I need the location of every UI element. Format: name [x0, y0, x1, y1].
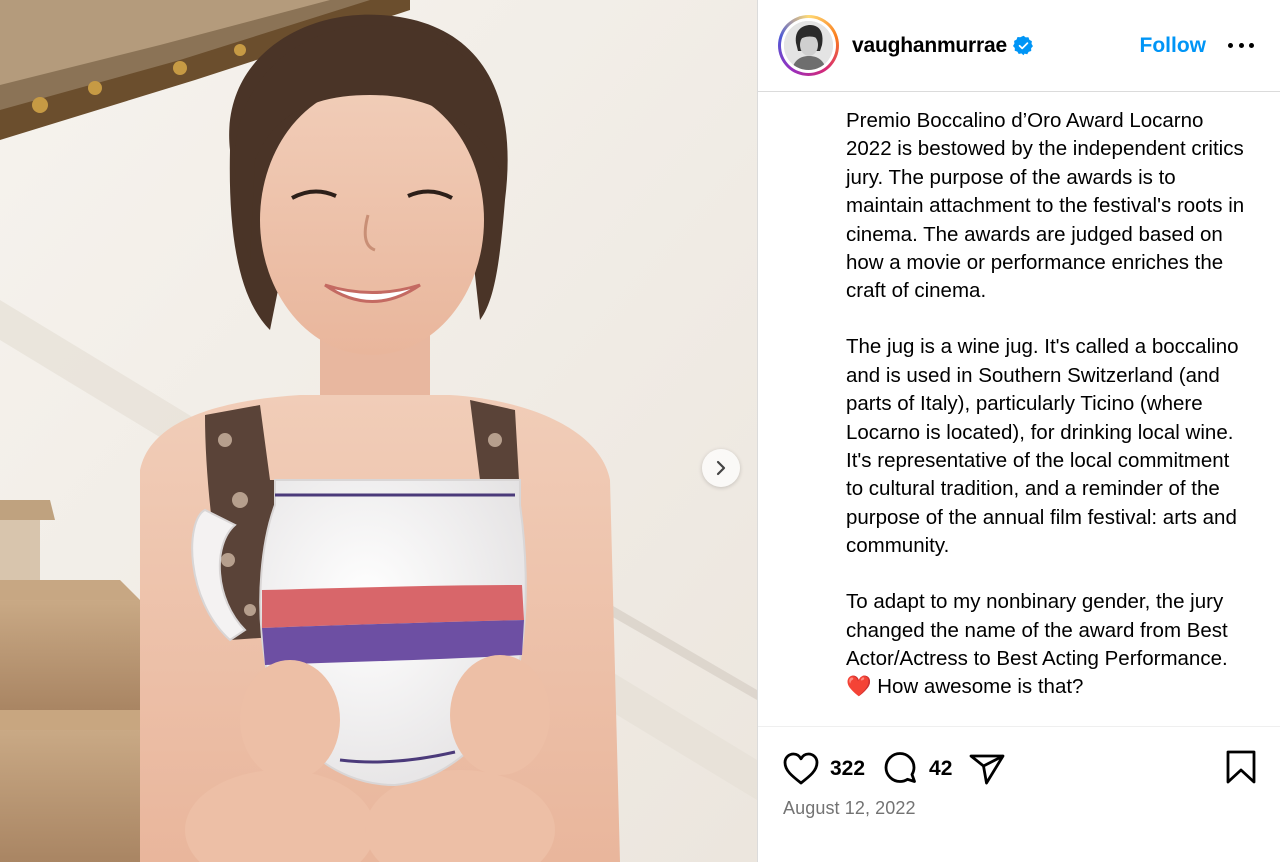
avatar-image — [784, 21, 833, 70]
more-options-icon[interactable] — [1228, 36, 1254, 56]
post-media — [0, 0, 757, 862]
instagram-post: vaughanmurrae Follow Premio Boccalino d’… — [0, 0, 1280, 862]
share-button[interactable] — [968, 751, 1006, 787]
post-details-panel: vaughanmurrae Follow Premio Boccalino d’… — [757, 0, 1280, 862]
comment-count: 42 — [929, 757, 953, 780]
bookmark-icon — [1226, 750, 1256, 783]
save-button[interactable] — [1225, 749, 1257, 790]
comment-icon — [884, 752, 916, 783]
post-header: vaughanmurrae Follow — [758, 0, 1280, 92]
post-photo — [0, 0, 757, 862]
like-button[interactable] — [782, 751, 820, 787]
caption-paragraph: Premio Boccalino d’Oro Award Locarno 202… — [846, 109, 1245, 303]
follow-button[interactable]: Follow — [1140, 34, 1207, 58]
paper-plane-icon — [970, 754, 1005, 785]
post-caption: Premio Boccalino d’Oro Award Locarno 202… — [758, 93, 1280, 702]
heart-icon — [783, 752, 819, 785]
action-bar: 322 42 — [782, 749, 1257, 789]
like-count[interactable]: 322 — [830, 757, 865, 781]
comment-button[interactable] — [881, 750, 919, 788]
caption-paragraph: To adapt to my nonbinary gender, the jur… — [846, 590, 1228, 699]
caption-paragraph: The jug is a wine jug. It's called a boc… — [846, 335, 1239, 558]
caption-scroll-area[interactable]: Premio Boccalino d’Oro Award Locarno 202… — [758, 93, 1280, 726]
next-photo-button[interactable] — [702, 449, 740, 487]
post-actions-section: 322 42 August 12, 2022 — [758, 726, 1280, 862]
username-link[interactable]: vaughanmurrae — [852, 34, 1007, 58]
avatar[interactable] — [778, 15, 839, 76]
verified-badge-icon — [1012, 35, 1034, 56]
chevron-right-icon — [716, 460, 726, 476]
post-date[interactable]: August 12, 2022 — [783, 798, 916, 819]
